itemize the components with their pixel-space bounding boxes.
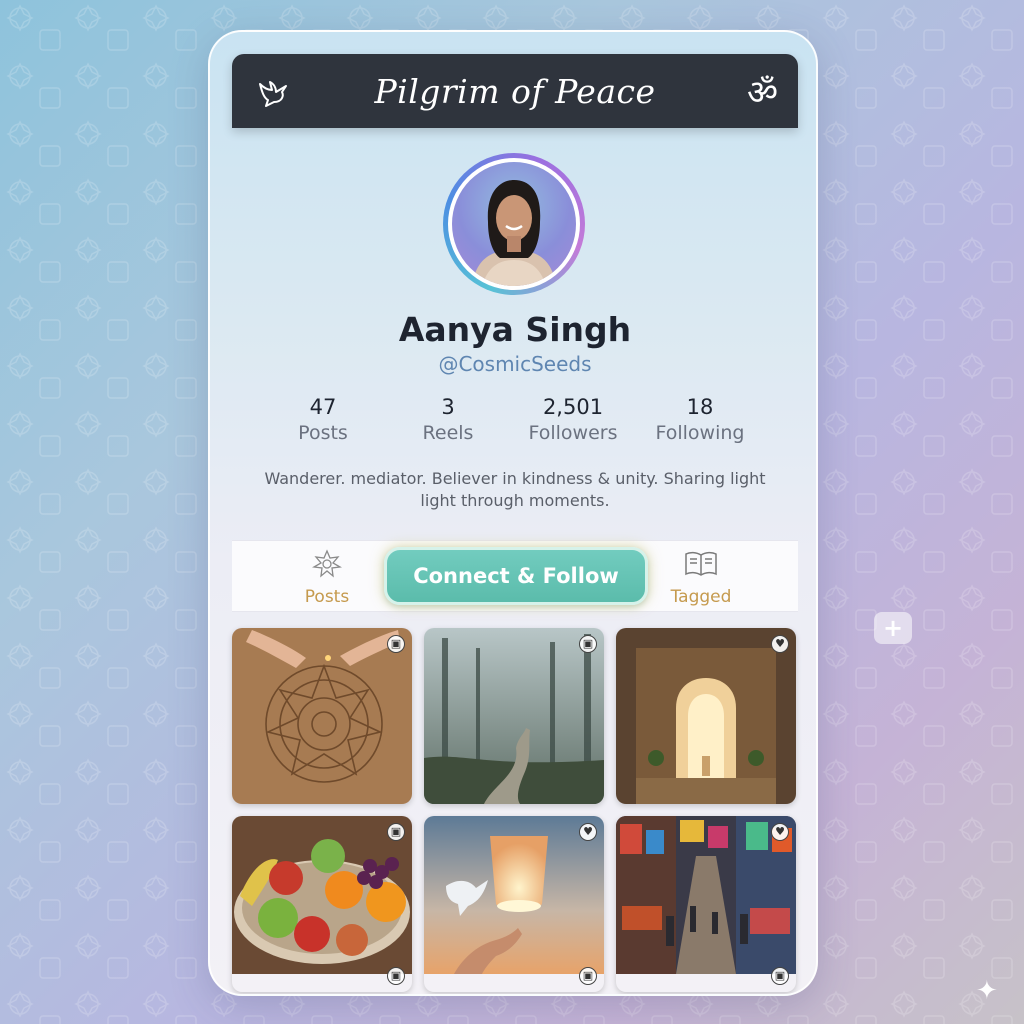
- stats-row: 47 Posts 3 Reels 2,501 Followers 18 Foll…: [250, 395, 790, 455]
- tab-tagged-label: Tagged: [670, 587, 732, 607]
- add-button[interactable]: +: [874, 612, 912, 644]
- heart-icon: ♥: [771, 823, 789, 841]
- profile-card: Pilgrim of Peace ॐ Aanya Singh @CosmicSe…: [208, 30, 818, 996]
- om-icon[interactable]: ॐ: [747, 68, 778, 114]
- multi-icon: ▣: [387, 967, 405, 985]
- heart-icon: ♥: [579, 823, 597, 841]
- stat-following[interactable]: 18 Following: [635, 395, 765, 444]
- stat-label: Following: [655, 422, 745, 444]
- multi-icon: ▣: [387, 635, 405, 653]
- post-tile-fruit[interactable]: ▣ ▣: [232, 816, 412, 992]
- post-tile-temple[interactable]: ♥: [616, 628, 796, 804]
- multi-icon: ▣: [387, 823, 405, 841]
- stat-label: Reels: [422, 422, 474, 444]
- stat-label: Followers: [528, 422, 618, 444]
- profile-bio: Wanderer. mediator. Believer in kindness…: [264, 469, 766, 510]
- header-bar: Pilgrim of Peace ॐ: [232, 54, 798, 128]
- sparkle-icon: ✦: [976, 976, 998, 1006]
- tab-posts[interactable]: Posts: [282, 549, 372, 607]
- stat-posts[interactable]: 47 Posts: [258, 395, 388, 444]
- multi-icon: ▣: [579, 967, 597, 985]
- avatar: [452, 162, 576, 286]
- connect-follow-button[interactable]: Connect & Follow: [384, 547, 648, 605]
- profile-name: Aanya Singh: [398, 310, 632, 349]
- stat-value: 3: [441, 395, 455, 419]
- mandala-icon: [311, 549, 343, 578]
- avatar-ring[interactable]: [443, 153, 585, 295]
- tab-tagged[interactable]: Tagged: [656, 549, 746, 607]
- tab-posts-label: Posts: [304, 587, 350, 607]
- multi-icon: ▣: [579, 635, 597, 653]
- stat-followers[interactable]: 2,501 Followers: [508, 395, 638, 444]
- profile-tab-bar: Posts Connect & Follow Tagged: [232, 540, 798, 612]
- post-tile-mandala[interactable]: ▣: [232, 628, 412, 804]
- stat-value: 2,501: [542, 395, 604, 419]
- app-title: Pilgrim of Peace: [374, 71, 656, 111]
- stat-value: 47: [309, 395, 337, 419]
- stat-value: 18: [686, 395, 714, 419]
- post-grid: ▣ ▣ ♥ ▣ ▣ ♥ ▣ ♥ ▣: [232, 628, 798, 985]
- dove-icon[interactable]: [256, 74, 292, 110]
- post-tile-forest[interactable]: ▣: [424, 628, 604, 804]
- multi-icon: ▣: [771, 967, 789, 985]
- book-icon: [685, 551, 717, 576]
- post-tile-lantern[interactable]: ♥ ▣: [424, 816, 604, 992]
- heart-icon: ♥: [771, 635, 789, 653]
- post-tile-market[interactable]: ♥ ▣: [616, 816, 796, 992]
- stat-label: Posts: [298, 422, 348, 444]
- stat-reels[interactable]: 3 Reels: [383, 395, 513, 444]
- profile-handle[interactable]: @CosmicSeeds: [210, 352, 816, 376]
